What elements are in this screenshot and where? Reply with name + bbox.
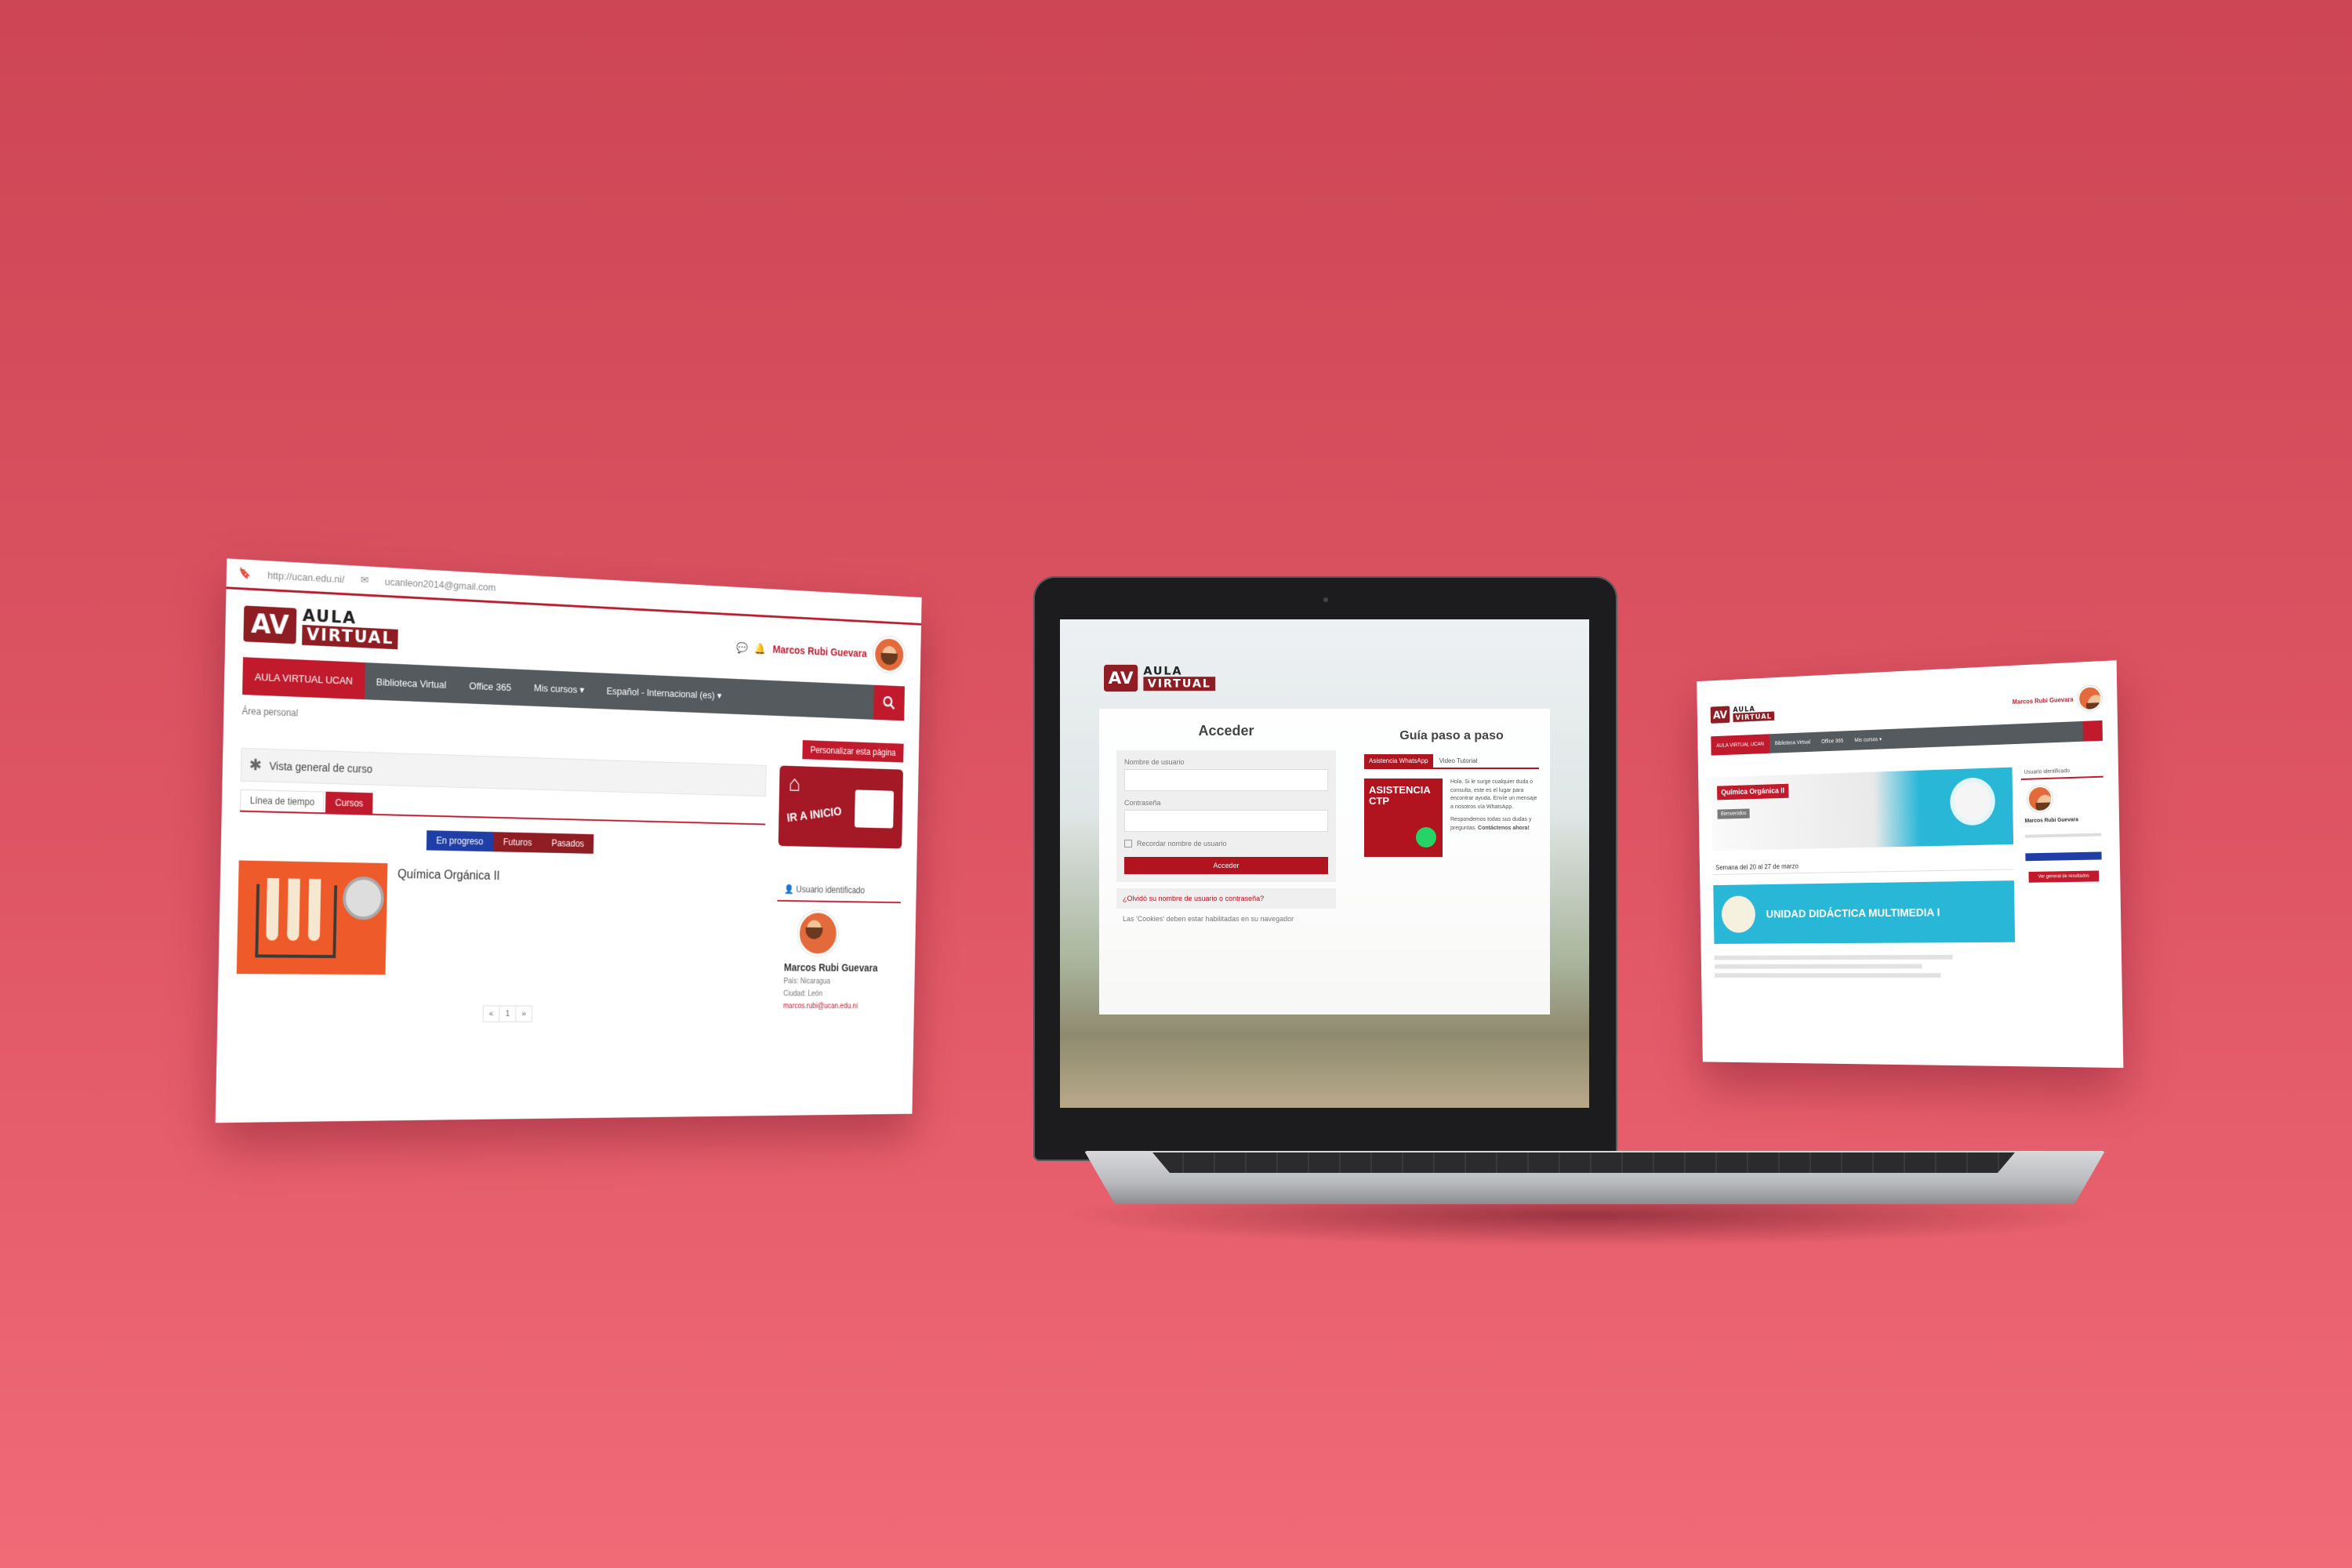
user-email[interactable]: marcos.rubi@ucan.edu.ni: [783, 1002, 891, 1010]
pagination-next[interactable]: »: [516, 1007, 532, 1022]
guide-title: Guía paso a paso: [1399, 729, 1504, 742]
pagination-prev[interactable]: «: [483, 1006, 499, 1021]
nav-biblioteca[interactable]: Biblioteca Virtual: [364, 662, 458, 703]
laptop-logo[interactable]: AV AULA VIRTUAL: [1104, 664, 1216, 692]
breadcrumb[interactable]: Área personal: [241, 706, 298, 719]
right-logo-mark: AV: [1710, 706, 1730, 724]
right-search-icon[interactable]: [2082, 720, 2103, 742]
notifications-icon[interactable]: 🔔: [754, 642, 766, 655]
user-country: País: Nicaragua: [783, 977, 831, 986]
right-user-avatar[interactable]: [2078, 685, 2103, 712]
forgot-password-link[interactable]: ¿Olvidó su nombre de usuario o contraseñ…: [1116, 888, 1336, 909]
filter-past[interactable]: Pasados: [541, 833, 594, 854]
aula-virtual-logo[interactable]: AV AULA VIRTUAL: [243, 604, 399, 650]
right-nav-biblioteca[interactable]: Biblioteca Virtual: [1769, 732, 1817, 753]
right-nav-office[interactable]: Office 365: [1816, 731, 1849, 751]
course-thumbnail[interactable]: [236, 860, 388, 975]
results-button[interactable]: Ver general de resultados: [2028, 870, 2100, 883]
user-block-header: 👤 Usuario identificado: [777, 877, 902, 904]
remember-checkbox[interactable]: [1124, 840, 1132, 848]
overview-title: Vista general de curso: [269, 759, 373, 775]
site-url[interactable]: http://ucan.edu.ni/: [267, 569, 344, 585]
camera-icon: [1323, 597, 1328, 602]
course-tag[interactable]: Bienvenidos: [1717, 808, 1750, 819]
customize-page-button[interactable]: Personalizar esta página: [802, 740, 904, 763]
user-city: Ciudad: León: [783, 989, 823, 998]
course-header-banner: Química Orgánica II Bienvenidos: [1711, 767, 2014, 851]
nav-aula-virtual[interactable]: AULA VIRTUAL UCAN: [242, 657, 365, 700]
mail-icon: ✉: [360, 573, 369, 586]
logo-line-2: VIRTUAL: [302, 624, 399, 650]
bookmark-icon: 🔖: [238, 567, 252, 579]
right-user-block-name[interactable]: Marcos Rubi Guevara: [2022, 817, 2104, 825]
lightbulb-icon: [1954, 782, 1991, 822]
week-title: Semana del 20 al 27 de marzo: [1712, 855, 2014, 876]
right-user-block-title: Usuario identificado: [2024, 768, 2070, 775]
logo-mark: AV: [243, 605, 297, 644]
nav-language[interactable]: Español - Internacional (es) ▾: [595, 673, 732, 714]
banner-text: IR A INICIO: [786, 805, 843, 826]
filter-in-progress[interactable]: En progreso: [426, 830, 494, 852]
home-icon: ⌂: [788, 771, 801, 797]
pagination: « 1 »: [482, 1005, 533, 1022]
course-title-link[interactable]: Química Orgánica II: [397, 868, 500, 884]
left-screen: 🔖 http://ucan.edu.ni/ ✉ ucanleon2014@gma…: [215, 558, 922, 1123]
whatsapp-assistance-image[interactable]: ASISTENCIA CTP: [1364, 779, 1443, 857]
right-logo-line-2: VIRTUAL: [1733, 711, 1775, 723]
nav-mis-cursos[interactable]: Mis cursos ▾: [522, 670, 596, 709]
right-user-block-avatar[interactable]: [2027, 785, 2053, 813]
go-home-banner[interactable]: ⌂ IR A INICIO: [778, 765, 904, 849]
laptop-logo-line-1: AULA: [1143, 664, 1183, 678]
password-input[interactable]: [1124, 810, 1328, 832]
search-icon[interactable]: [873, 684, 906, 721]
password-label: Contraseña: [1124, 799, 1161, 807]
laptop-logo-line-2: VIRTUAL: [1143, 677, 1216, 691]
user-avatar[interactable]: [873, 636, 906, 673]
laptop-keyboard: [1152, 1152, 2015, 1173]
tab-timeline[interactable]: Línea de tiempo: [240, 789, 325, 813]
guide-tab-video[interactable]: Video Tutorial: [1435, 754, 1483, 768]
remember-label: Recordar nombre de usuario: [1137, 840, 1227, 848]
username-input[interactable]: [1124, 769, 1328, 791]
figure-icon: [1721, 895, 1756, 933]
user-icon: 👤: [783, 884, 794, 895]
unit-banner-text: UNIDAD DIDÁCTICA MULTIMEDIA I: [1766, 906, 1940, 920]
filter-future[interactable]: Futuros: [492, 832, 543, 853]
right-logo[interactable]: AV AULA VIRTUAL: [1710, 704, 1775, 724]
user-block-title: Usuario identificado: [796, 884, 866, 896]
login-submit-button[interactable]: Acceder: [1124, 857, 1328, 874]
login-panel: Acceder Nombre de usuario Contraseña Rec…: [1099, 709, 1550, 1014]
right-user-name[interactable]: Marcos Rubi Guevara: [2013, 695, 2074, 705]
tab-courses[interactable]: Cursos: [325, 791, 373, 814]
guide-image-text: ASISTENCIA CTP: [1369, 784, 1431, 808]
contact-email[interactable]: ucanleon2014@gmail.com: [385, 575, 496, 593]
messages-icon[interactable]: 💬: [736, 641, 748, 655]
guide-text: Hola. Si le surge cualquier duda o consu…: [1450, 779, 1537, 810]
user-block-name[interactable]: Marcos Rubi Guevara: [784, 961, 892, 974]
unit-banner[interactable]: UNIDAD DIDÁCTICA MULTIMEDIA I: [1713, 880, 2016, 944]
pagination-page[interactable]: 1: [499, 1006, 517, 1022]
right-user-block-header: Usuario identificado: [2020, 764, 2103, 780]
username-label: Nombre de usuario: [1124, 758, 1185, 766]
guide-cta[interactable]: Contáctenos ahora!: [1478, 826, 1530, 831]
guide-tab-whatsapp[interactable]: Asistencia WhatsApp: [1364, 754, 1433, 768]
login-title: Acceder: [1198, 723, 1254, 739]
user-menu-name[interactable]: Marcos Rubi Guevara: [773, 643, 867, 659]
right-nav-aula[interactable]: AULA VIRTUAL UCAN: [1711, 734, 1769, 756]
right-course-title: Química Orgánica II: [1717, 783, 1789, 800]
right-nav-mis-cursos[interactable]: Mis cursos ▾: [1849, 729, 1888, 750]
cookies-note: Las 'Cookies' deben estar habilitadas en…: [1123, 915, 1294, 923]
laptop-screen: AV AULA VIRTUAL Acceder Nombre de usuari…: [1060, 619, 1589, 1108]
right-screen: AV AULA VIRTUAL Marcos Rubi Guevara AULA…: [1697, 660, 2124, 1069]
nav-office365[interactable]: Office 365: [457, 666, 523, 706]
user-block-avatar[interactable]: [797, 910, 839, 956]
course-filter: En progreso Futuros Pasados: [426, 830, 594, 854]
asterisk-icon: ✱: [249, 757, 263, 775]
laptop-logo-mark: AV: [1104, 664, 1138, 692]
whatsapp-icon: [1416, 827, 1436, 848]
